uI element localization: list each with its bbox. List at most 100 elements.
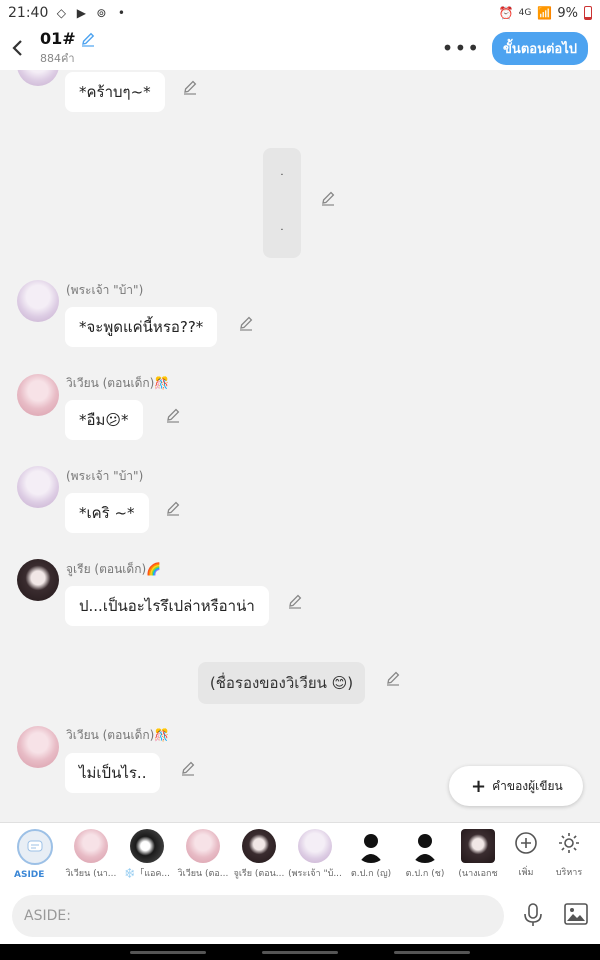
story-title: 01# [40, 29, 76, 48]
sync-icon: ⊚ [96, 6, 107, 20]
message-bubble[interactable]: ไม่เป็นไร.. [65, 753, 161, 793]
character-avatar [186, 829, 220, 863]
character-avatar [461, 829, 495, 863]
character-label: ต.ป.ก (ช) [405, 869, 445, 879]
edit-pencil-icon[interactable] [164, 499, 182, 517]
plus-icon: + [471, 775, 487, 797]
plus-circle-icon [515, 832, 537, 854]
manage-characters-button[interactable]: บริหาร [547, 831, 591, 879]
message-bubble[interactable]: *คร้าบๆ~* [65, 72, 165, 112]
aside-chip[interactable] [17, 829, 53, 865]
character-label: วิเวียน (นา... [65, 869, 117, 879]
silhouette-icon [354, 829, 388, 863]
nav-handle[interactable] [130, 951, 206, 954]
input-bar: ASIDE: [0, 886, 600, 944]
alarm-icon: ⏰ [498, 6, 514, 20]
silhouette-icon [408, 829, 442, 863]
youtube-icon: ▶ [76, 6, 86, 20]
edit-pencil-icon[interactable] [319, 189, 337, 207]
back-button[interactable] [0, 26, 34, 70]
message-text: (ชื่อรองของวิเวียน 😊) [209, 674, 354, 692]
character-chip[interactable]: ❄️「แอค... [119, 829, 175, 883]
manage-label: บริหาร [555, 868, 583, 878]
battery-icon [584, 6, 592, 20]
aside-label: ASIDE [14, 870, 45, 880]
sender-name: จูเรีย (ตอนเด็ก)🌈 [66, 562, 162, 576]
diamond-icon: ◇ [56, 6, 66, 20]
next-step-button[interactable]: ขั้นตอนต่อไป [492, 31, 588, 65]
more-options-icon[interactable]: ••• [430, 36, 492, 60]
edit-pencil-icon[interactable] [164, 406, 182, 424]
edit-pencil-icon[interactable] [384, 669, 402, 687]
system-nav-bar [0, 944, 600, 960]
message-text: · [280, 170, 284, 181]
message-input[interactable]: ASIDE: [12, 895, 504, 937]
nav-handle[interactable] [394, 951, 470, 954]
character-bar: ASIDE วิเวียน (นา... ❄️「แอค... วิเวียน (… [0, 822, 600, 886]
message-text: *คร้าบๆ~* [79, 83, 151, 101]
avatar[interactable] [17, 280, 59, 322]
author-note-button[interactable]: + คำของผู้เขียน [449, 766, 583, 806]
character-label: ❄️「แอค... [123, 869, 170, 879]
sender-name: (พระเจ้า "บ้า") [66, 283, 144, 297]
add-character-button[interactable]: เพิ่ม [504, 831, 548, 879]
character-chip[interactable]: วิเวียน (นา... [63, 829, 119, 883]
character-chip[interactable]: วิเวียน (ตอ... [175, 829, 231, 883]
message-text: *อืม😕* [79, 411, 129, 429]
battery-percent: 9% [557, 5, 578, 21]
image-icon[interactable] [564, 903, 588, 925]
status-time: 21:40 [8, 5, 49, 21]
character-label: ต.ป.ก (ญ) [350, 869, 392, 879]
character-avatar [242, 829, 276, 863]
avatar[interactable] [17, 70, 59, 86]
top-bar: 01# 884คำ ••• ขั้นตอนต่อไป [0, 26, 600, 70]
avatar[interactable] [17, 374, 59, 416]
message-text: ไม่เป็นไร.. [79, 764, 147, 782]
status-bar: 21:40 ◇ ▶ ⊚ • ⏰ 4G 📶 9% [0, 0, 600, 26]
signal-icon: 📶 [537, 6, 553, 20]
avatar[interactable] [17, 559, 59, 601]
dot-icon: • [117, 6, 125, 20]
character-label: วิเวียน (ตอ... [177, 869, 229, 879]
network-label: 4G [518, 8, 532, 18]
message-text: ป...เป็นอะไรรึเปล่าหรือาน่า [79, 597, 255, 615]
character-chip[interactable]: (พระเจ้า "บ้... [287, 829, 343, 883]
sender-name: วิเวียน (ตอนเด็ก)🎊 [66, 728, 170, 742]
gear-icon [559, 833, 579, 853]
add-label: เพิ่ม [518, 868, 534, 878]
author-note-label: คำของผู้เขียน [492, 778, 563, 793]
message-bubble[interactable]: ป...เป็นอะไรรึเปล่าหรือาน่า [65, 586, 269, 626]
edit-pencil-icon[interactable] [286, 592, 304, 610]
message-bubble[interactable]: *จะพูดแค่นี้หรอ??* [65, 307, 218, 347]
chevron-left-icon [12, 40, 22, 56]
edit-pencil-icon[interactable] [181, 78, 199, 96]
avatar[interactable] [17, 726, 59, 768]
center-message[interactable]: (ชื่อรองของวิเวียน 😊) [198, 662, 365, 704]
sender-name: วิเวียน (ตอนเด็ก)🎊 [66, 376, 170, 390]
message-text: *เคริ ~* [79, 504, 135, 522]
chat-bubble-icon [27, 840, 43, 852]
character-chip[interactable]: จูเรีย (ตอน... [231, 829, 287, 883]
character-avatar [298, 829, 332, 863]
avatar[interactable] [17, 466, 59, 508]
microphone-icon[interactable] [522, 902, 544, 928]
edit-pencil-icon[interactable] [179, 759, 197, 777]
character-label: (นางเอกช [458, 869, 498, 879]
character-label: (พระเจ้า "บ้... [288, 869, 342, 879]
character-chip[interactable]: (นางเอกช [450, 829, 506, 883]
character-label: จูเรีย (ตอน... [233, 869, 285, 879]
message-text: *จะพูดแค่นี้หรอ??* [79, 318, 204, 336]
edit-title-icon[interactable] [80, 31, 96, 47]
edit-pencil-icon[interactable] [237, 314, 255, 332]
word-count: 884คำ [40, 52, 75, 65]
nav-handle[interactable] [262, 951, 338, 954]
message-text: · [280, 225, 284, 236]
character-chip[interactable]: ต.ป.ก (ช) [397, 829, 453, 883]
character-chip[interactable]: ต.ป.ก (ญ) [343, 829, 399, 883]
character-avatar [130, 829, 164, 863]
character-avatar [74, 829, 108, 863]
message-bubble[interactable]: *อืม😕* [65, 400, 143, 440]
message-bubble[interactable]: *เคริ ~* [65, 493, 149, 533]
center-message[interactable]: · · [263, 148, 301, 258]
chat-area[interactable]: *คร้าบๆ~* · · (พระเจ้า "บ้า") *จะพูดแค่น… [0, 70, 600, 822]
